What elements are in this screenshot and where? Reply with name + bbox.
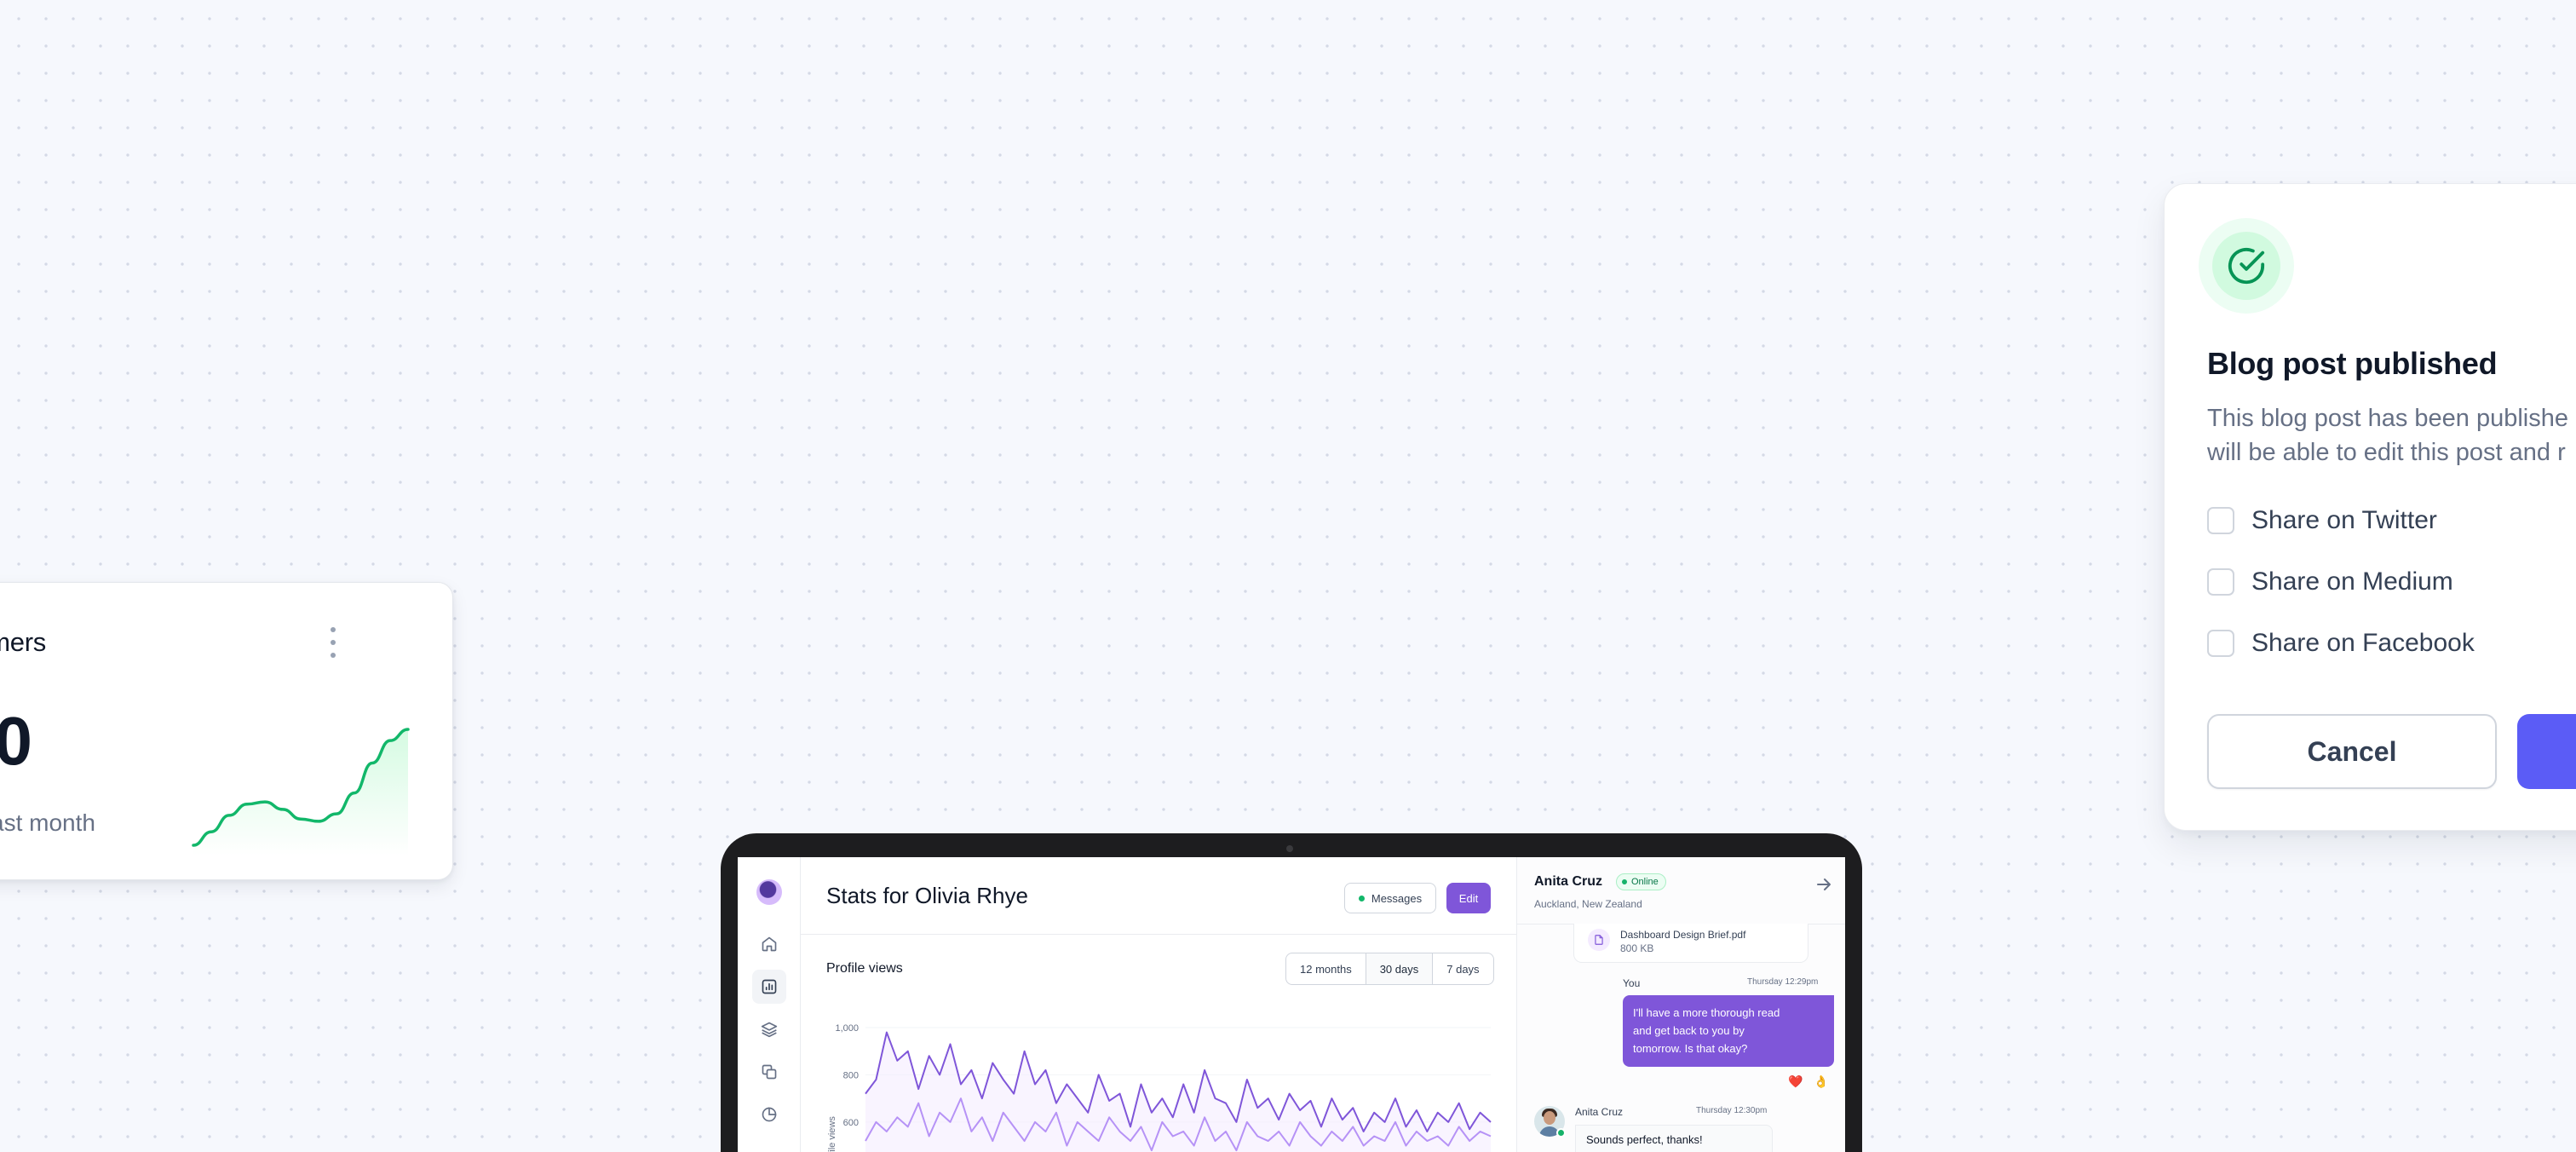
profile-views-chart: Profile views1,000800600400 (827, 1023, 1492, 1152)
y-axis-label: Profile views (827, 1116, 837, 1152)
customers-value: 20 (0, 702, 32, 780)
range-30-days[interactable]: 30 days (1366, 953, 1434, 984)
y-tick-label: 600 (843, 1118, 859, 1128)
file-size: 800 KB (1620, 942, 1654, 954)
header-divider (801, 934, 1516, 935)
ok-hand-reaction-icon[interactable]: 👌 (1814, 1075, 1828, 1087)
status-dot (1358, 895, 1365, 901)
share-twitter-checkbox[interactable]: Share on Twitter (2207, 504, 2437, 538)
success-icon-ring (2199, 218, 2294, 314)
home-icon[interactable] (752, 927, 786, 961)
message-line: and get back to you by (1633, 1024, 1745, 1037)
reply-timestamp: Thursday 12:30pm (1696, 1106, 1768, 1115)
y-tick-label: 1,000 (835, 1023, 859, 1034)
online-status-badge: Online (1616, 873, 1666, 890)
bar-chart-icon[interactable] (752, 970, 786, 1004)
sent-message-bubble: I'll have a more thorough read and get b… (1623, 995, 1834, 1067)
camera-dot (1286, 845, 1293, 852)
share-medium-label: Share on Medium (2251, 567, 2453, 596)
y-tick-label: 800 (843, 1070, 859, 1080)
modal-description: This blog post has been publishe will be… (2207, 401, 2576, 469)
chat-contact-name: Anita Cruz (1534, 874, 1602, 889)
profile-views-heading: Profile views (826, 961, 903, 976)
checkbox[interactable] (2207, 630, 2234, 657)
date-range-toggle: 12 months 30 days 7 days (1285, 953, 1494, 985)
share-facebook-label: Share on Facebook (2251, 629, 2475, 657)
customers-trend-sparkline (192, 728, 410, 855)
page-title: Stats for Olivia Rhye (826, 883, 1028, 908)
online-dot (1622, 879, 1627, 884)
messages-button[interactable]: Messages (1344, 883, 1436, 913)
file-attachment[interactable]: Dashboard Design Brief.pdf 800 KB (1573, 924, 1808, 963)
range-7-days[interactable]: 7 days (1433, 953, 1492, 984)
confirm-button[interactable] (2517, 714, 2576, 789)
file-name: Dashboard Design Brief.pdf (1620, 929, 1746, 941)
dashboard-screen: Stats for Olivia Rhye Messages Edit Prof… (738, 857, 1845, 1152)
checkbox[interactable] (2207, 507, 2234, 534)
chat-contact-location: Auckland, New Zealand (1534, 898, 1642, 910)
chat-panel: Anita Cruz Online Auckland, New Zealand … (1517, 857, 1845, 1152)
online-status-label: Online (1631, 877, 1659, 887)
checkbox[interactable] (2207, 568, 2234, 596)
share-facebook-checkbox[interactable]: Share on Facebook (2207, 626, 2475, 660)
reply-author: Anita Cruz (1575, 1106, 1624, 1118)
message-author: You (1623, 977, 1641, 989)
check-circle-icon (2228, 247, 2265, 285)
pie-chart-icon[interactable] (752, 1097, 786, 1132)
avatar-online-indicator (1556, 1128, 1566, 1138)
range-12-months[interactable]: 12 months (1286, 953, 1366, 984)
laptop-mockup: Stats for Olivia Rhye Messages Edit Prof… (721, 833, 1862, 1152)
heart-reaction-icon[interactable]: ❤️ (1788, 1075, 1803, 1087)
customers-card: tomers 20 s last month (0, 582, 453, 880)
file-icon (1588, 929, 1610, 951)
share-medium-checkbox[interactable]: Share on Medium (2207, 565, 2453, 599)
message-line: I'll have a more thorough read (1633, 1006, 1780, 1019)
customers-card-title: tomers (0, 627, 46, 657)
share-twitter-label: Share on Twitter (2251, 506, 2437, 534)
publish-modal: Blog post published This blog post has b… (2164, 183, 2576, 831)
message-line: tomorrow. Is that okay? (1633, 1042, 1748, 1055)
message-timestamp: Thursday 12:29pm (1747, 977, 1819, 987)
edit-button[interactable]: Edit (1446, 883, 1491, 913)
cancel-button[interactable]: Cancel (2207, 714, 2497, 789)
received-message-bubble: Sounds perfect, thanks! (1575, 1125, 1773, 1152)
app-sidebar (738, 857, 801, 1152)
app-logo (756, 879, 782, 905)
messages-button-label: Messages (1371, 891, 1423, 905)
close-panel-icon[interactable] (1814, 874, 1834, 895)
copy-icon[interactable] (752, 1055, 786, 1089)
customers-comparison: s last month (0, 809, 95, 836)
modal-title: Blog post published (2207, 346, 2498, 381)
modal-description-line: This blog post has been publishe (2207, 405, 2569, 432)
modal-description-line: will be able to edit this post and r (2207, 439, 2566, 466)
more-options-icon[interactable] (323, 624, 343, 661)
sparkline-area (193, 729, 408, 855)
layers-icon[interactable] (752, 1012, 786, 1046)
